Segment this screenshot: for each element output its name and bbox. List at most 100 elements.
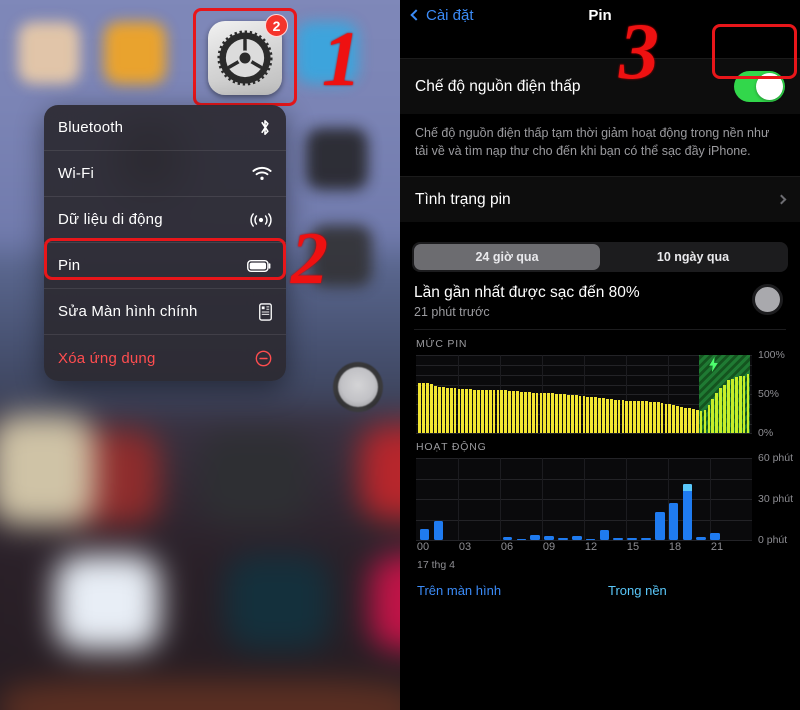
battery-bar [676,405,680,434]
battery-bar [746,373,750,434]
battery-bar [453,388,457,434]
remove-app-icon [246,350,272,367]
activity-bar [682,484,693,541]
context-menu-item-bluetooth[interactable]: Bluetooth [44,105,286,151]
segment-10-days[interactable]: 10 ngày qua [600,244,786,270]
battery-health-label: Tình trạng pin [415,190,511,208]
battery-bar [418,383,422,434]
context-menu-item-delete-app[interactable]: Xóa ứng dụng [44,335,286,381]
battery-bar [539,392,543,434]
battery-bar [434,386,437,434]
activity-bar [668,503,679,541]
battery-bar [445,388,449,434]
battery-level-y-axis: 0% 50% 100% [752,349,800,439]
x-tick-label: 03 [458,541,472,554]
battery-bar [617,399,621,434]
battery-bar [703,409,707,434]
segment-24-hours[interactable]: 24 giờ qua [414,244,600,271]
battery-bar [594,397,598,434]
step-marker-3: 3 [619,8,659,96]
battery-bar [645,401,648,434]
context-menu-label: Wi-Fi [58,165,94,182]
legend-background: Trong nền [608,583,667,599]
battery-bar [730,378,734,434]
battery-bar [707,405,711,434]
step-marker-1: 1 [322,15,361,102]
battery-bar [430,384,433,434]
y-tick-label: 30 phút [758,493,794,506]
battery-bar [582,395,586,434]
battery-bar [742,375,746,434]
battery-level-chart-title: MỨC PIN [416,338,468,351]
gridline-horizontal [416,433,752,435]
context-menu-item-edit-home[interactable]: Sửa Màn hình chính [44,289,286,335]
battery-bar [520,391,523,434]
battery-bar [687,408,691,434]
context-menu-item-cellular[interactable]: Dữ liệu di động [44,197,286,243]
battery-bar [656,402,660,434]
battery-bar [465,388,469,434]
activity-bar [433,521,444,541]
toggle-knob [756,73,783,100]
activity-bar [654,511,665,541]
time-range-segmented-control[interactable]: 24 giờ qua 10 ngày qua [412,242,788,273]
battery-bar [562,394,566,434]
low-power-mode-toggle[interactable] [734,71,785,102]
battery-bar [523,391,527,434]
context-menu-label: Sửa Màn hình chính [58,303,198,320]
battery-bar [566,395,570,434]
activity-bar-background-segment [682,484,693,492]
battery-bar [516,391,519,434]
battery-bar [492,390,496,434]
home-app-icon [306,128,368,190]
battery-bar [641,401,644,434]
last-charge-subtitle: 21 phút trước [414,305,490,320]
activity-chart: 0 phút 30 phút 60 phút 00 03 06 09 12 15 18 21 [400,452,800,556]
battery-bar [578,395,582,434]
context-menu-label: Pin [58,257,81,274]
battery-bar [469,388,473,434]
battery-bar [426,383,430,434]
low-power-mode-cell[interactable]: Chế độ nguồn điện thấp [400,58,800,114]
context-menu-label: Bluetooth [58,119,124,136]
activity-bars [418,458,750,541]
x-tick-label: 21 [710,541,724,554]
context-menu-item-battery[interactable]: Pin [44,243,286,289]
battery-bar [574,395,578,434]
battery-settings-panel: Cài đặt Pin Chế độ nguồn điện thấp Chế đ… [400,0,800,710]
activity-chart-title: HOẠT ĐỘNG [416,441,487,454]
x-tick-label: 12 [584,541,598,554]
home-indicator-button[interactable] [333,362,383,412]
battery-bar [680,406,683,434]
battery-bar [637,401,640,434]
battery-level-chart: 0% 50% 100% [400,349,800,439]
battery-bar [473,389,476,434]
battery-bar [461,388,465,434]
battery-bar [633,400,637,434]
battery-health-cell[interactable]: Tình trạng pin [400,176,800,223]
bluetooth-icon [246,118,272,137]
battery-bar [480,389,484,434]
navigation-bar: Cài đặt Pin [400,0,800,30]
battery-bar [570,395,574,434]
y-tick-label: 0% [758,427,774,440]
last-charge-section: Lần gần nhất được sạc đến 80% 21 phút tr… [400,272,800,319]
y-tick-label: 0 phút [758,534,788,547]
battery-bar [512,391,515,434]
battery-bar [711,398,715,434]
battery-bar [535,392,539,434]
battery-bar [496,390,500,434]
battery-icon [246,259,272,273]
battery-level-plot [416,355,752,435]
home-screen-panel: 2 1 Bluetooth Wi-Fi Dữ liệu di động Pin … [0,0,400,710]
app-context-menu[interactable]: Bluetooth Wi-Fi Dữ liệu di động Pin Sửa … [44,105,286,381]
step-marker-2: 2 [291,218,328,300]
y-tick-label: 50% [758,388,780,401]
context-menu-item-wifi[interactable]: Wi-Fi [44,151,286,197]
settings-app-tile[interactable]: 2 [197,12,292,105]
battery-bar [437,387,441,434]
battery-bar [648,402,652,434]
battery-bar [695,409,699,434]
x-tick-label: 18 [668,541,682,554]
battery-bar [449,388,453,434]
